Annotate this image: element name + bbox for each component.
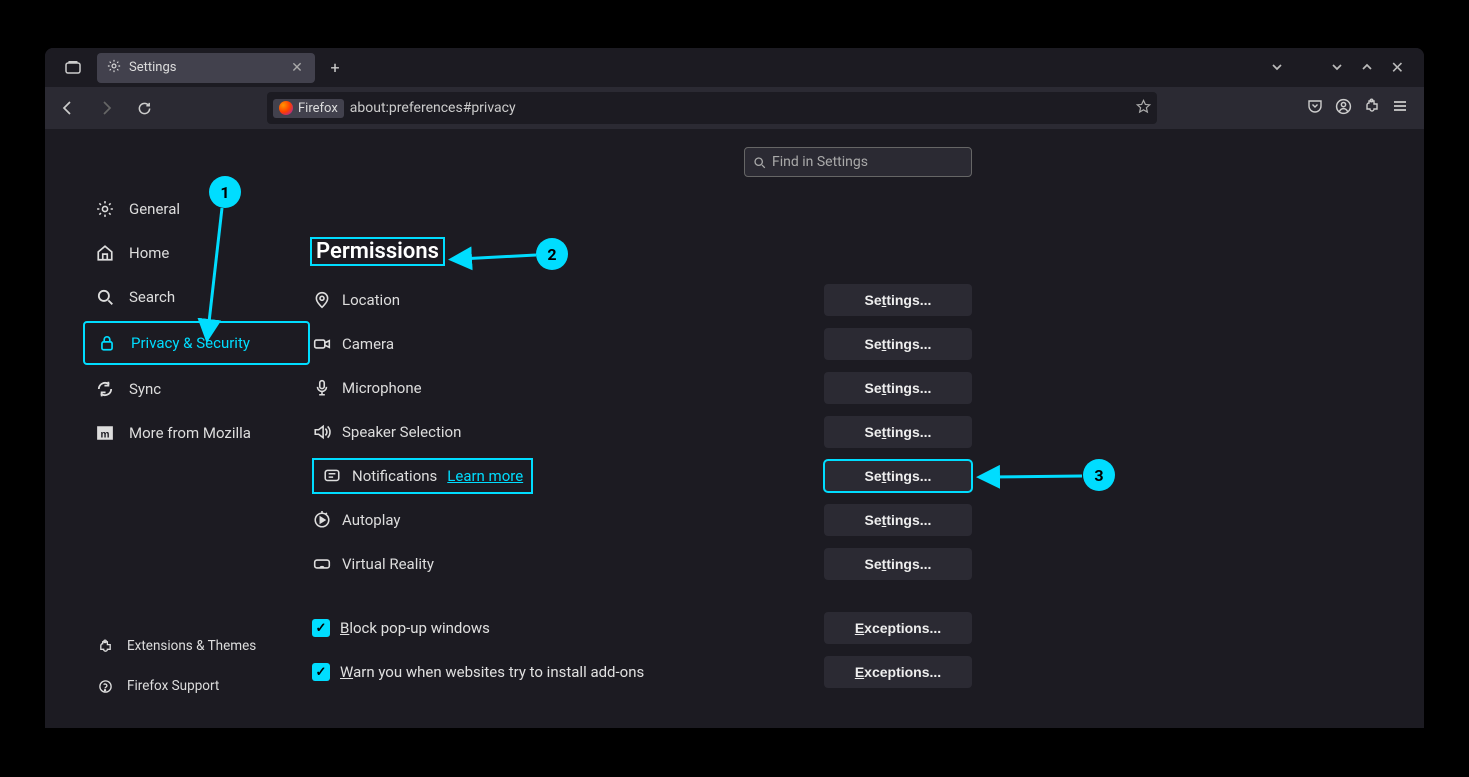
settings-main: Find in Settings Permissions Location Se… [310, 129, 1424, 728]
permission-label: Virtual Reality [342, 555, 434, 573]
permission-label: Camera [342, 335, 394, 353]
gear-icon [107, 59, 121, 77]
permission-label: Notifications [352, 467, 437, 485]
tab-settings[interactable]: Settings ✕ [97, 53, 315, 83]
nav-toolbar: Firefox about:preferences#privacy [45, 87, 1424, 129]
microphone-icon [312, 378, 332, 398]
settings-search-input[interactable]: Find in Settings [744, 147, 972, 177]
sidebar-item-label: Privacy & Security [131, 334, 250, 352]
sidebar-item-label: Firefox Support [127, 678, 219, 694]
permissions-list: Location Settings... Camera Settings... [310, 278, 972, 694]
notifications-icon [322, 466, 342, 486]
checkbox-label: Warn you when websites try to install ad… [340, 663, 644, 681]
svg-text:m: m [101, 430, 110, 441]
permission-row-notifications: Notifications Learn more Settings... [312, 454, 972, 498]
url-badge-label: Firefox [298, 101, 338, 116]
reload-button[interactable] [129, 93, 159, 123]
sidebar-item-sync[interactable]: Sync [83, 369, 310, 409]
addons-exceptions-button[interactable]: Exceptions... [824, 656, 972, 688]
autoplay-icon [312, 510, 332, 530]
location-icon [312, 290, 332, 310]
sync-icon [95, 379, 115, 399]
url-text: about:preferences#privacy [350, 100, 516, 116]
search-icon [95, 287, 115, 307]
permission-label: Autoplay [342, 511, 401, 529]
url-bar[interactable]: Firefox about:preferences#privacy [267, 92, 1157, 124]
browser-window: Settings ✕ + ✕ [45, 48, 1424, 728]
window-minimize-icon[interactable] [1331, 58, 1343, 77]
permission-label: Speaker Selection [342, 423, 461, 441]
speaker-icon [312, 422, 332, 442]
sidebar-item-label: Home [129, 244, 169, 262]
sidebar-item-support[interactable]: Firefox Support [83, 668, 310, 704]
sidebar-item-label: General [129, 200, 180, 218]
notifications-learn-more-link[interactable]: Learn more [447, 467, 523, 485]
sidebar-item-label: More from Mozilla [129, 424, 251, 442]
permission-row-autoplay: Autoplay Settings... [312, 498, 972, 542]
permission-label: Microphone [342, 379, 422, 397]
recent-browsing-icon[interactable] [59, 54, 87, 82]
popup-exceptions-button[interactable]: Exceptions... [824, 612, 972, 644]
location-settings-button[interactable]: Settings... [824, 284, 972, 316]
toolbar-right [1307, 98, 1416, 119]
camera-icon [312, 334, 332, 354]
section-title-permissions: Permissions [310, 237, 445, 266]
pocket-icon[interactable] [1307, 98, 1323, 118]
menu-icon[interactable] [1392, 98, 1408, 118]
back-button[interactable] [53, 93, 83, 123]
checkbox-label: Block pop-up windows [340, 619, 490, 637]
url-identity-badge[interactable]: Firefox [273, 99, 344, 118]
extensions-icon[interactable] [1364, 98, 1380, 118]
permission-row-location: Location Settings... [312, 278, 972, 322]
checkbox-warn-addons-row: ✓ Warn you when websites try to install … [312, 650, 972, 694]
checkbox-block-popups-row: ✓ Block pop-up windows Exceptions... [312, 606, 972, 650]
camera-settings-button[interactable]: Settings... [824, 328, 972, 360]
window-close-icon[interactable]: ✕ [1391, 58, 1404, 77]
sidebar-item-home[interactable]: Home [83, 233, 310, 273]
sidebar-item-extensions-themes[interactable]: Extensions & Themes [83, 628, 310, 664]
sidebar-item-general[interactable]: General [83, 189, 310, 229]
permission-row-vr: Virtual Reality Settings... [312, 542, 972, 586]
sidebar-item-label: Extensions & Themes [127, 638, 256, 654]
notifications-settings-button[interactable]: Settings... [824, 460, 972, 492]
bookmark-star-icon[interactable] [1136, 99, 1151, 118]
vr-settings-button[interactable]: Settings... [824, 548, 972, 580]
new-tab-button[interactable]: + [321, 54, 349, 82]
permission-row-microphone: Microphone Settings... [312, 366, 972, 410]
window-maximize-icon[interactable] [1361, 58, 1373, 77]
sidebar-item-privacy-security[interactable]: Privacy & Security [83, 321, 310, 365]
sidebar-item-label: Sync [129, 380, 161, 398]
permission-row-camera: Camera Settings... [312, 322, 972, 366]
sidebar-item-search[interactable]: Search [83, 277, 310, 317]
gear-icon [95, 199, 115, 219]
checkbox-block-popups[interactable]: ✓ [312, 619, 330, 637]
account-icon[interactable] [1335, 98, 1352, 119]
autoplay-settings-button[interactable]: Settings... [824, 504, 972, 536]
forward-button[interactable] [91, 93, 121, 123]
tabs-dropdown-icon[interactable] [1271, 58, 1283, 77]
lock-icon [97, 333, 117, 353]
window-controls: ✕ [1271, 58, 1416, 77]
permission-label: Location [342, 291, 400, 309]
search-icon [753, 156, 766, 169]
tab-label: Settings [129, 60, 176, 75]
settings-sidebar: General Home Search Privacy & Security [45, 129, 310, 728]
settings-content: General Home Search Privacy & Security [45, 129, 1424, 728]
speaker-settings-button[interactable]: Settings... [824, 416, 972, 448]
search-placeholder: Find in Settings [772, 154, 868, 170]
sidebar-item-label: Search [129, 288, 175, 306]
puzzle-icon [95, 636, 115, 656]
sidebar-item-more-mozilla[interactable]: m More from Mozilla [83, 413, 310, 453]
tab-bar: Settings ✕ + ✕ [45, 48, 1424, 87]
firefox-logo-icon [279, 101, 293, 115]
checkbox-warn-addons[interactable]: ✓ [312, 663, 330, 681]
permission-row-speaker: Speaker Selection Settings... [312, 410, 972, 454]
home-icon [95, 243, 115, 263]
help-icon [95, 676, 115, 696]
close-tab-icon[interactable]: ✕ [289, 60, 305, 76]
microphone-settings-button[interactable]: Settings... [824, 372, 972, 404]
vr-icon [312, 554, 332, 574]
mozilla-icon: m [95, 423, 115, 443]
